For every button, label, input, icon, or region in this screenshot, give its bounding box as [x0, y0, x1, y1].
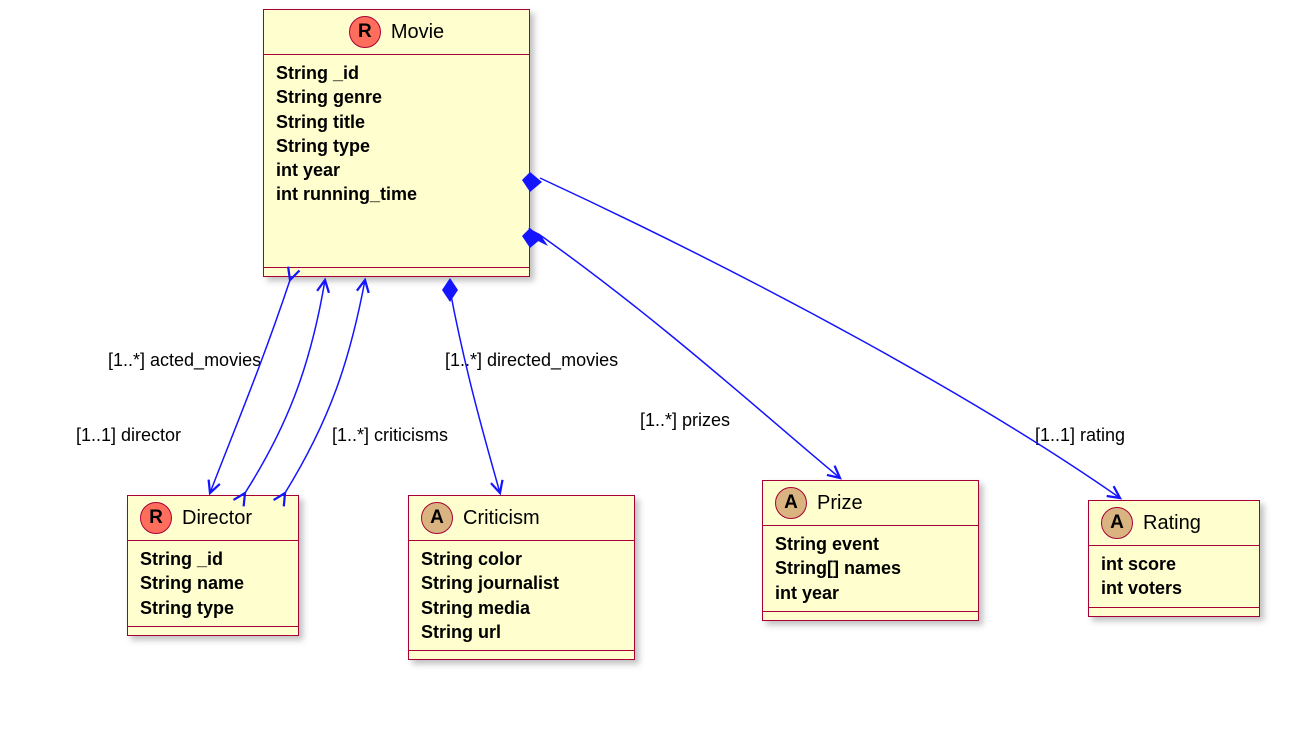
edge-label-directed-movies: [1..*] directed_movies — [445, 350, 618, 371]
attr: String type — [276, 134, 517, 158]
edge-label-acted-movies: [1..*] acted_movies — [108, 350, 261, 371]
edge-label-criticisms: [1..*] criticisms — [332, 425, 448, 446]
attr: String journalist — [421, 571, 622, 595]
class-criticism-attrs: String color String journalist String me… — [409, 541, 634, 651]
attr: String title — [276, 110, 517, 134]
class-movie-attrs: String _id String genre String title Str… — [264, 55, 529, 268]
class-director-attrs: String _id String name String type — [128, 541, 298, 627]
class-rating-header: A Rating — [1089, 501, 1259, 546]
edge-criticisms — [450, 290, 500, 493]
class-movie: R Movie String _id String genre String t… — [263, 9, 530, 277]
class-rating-name: Rating — [1143, 512, 1201, 535]
attr: int voters — [1101, 576, 1247, 600]
class-prize-ops — [763, 612, 978, 620]
class-criticism-name: Criticism — [463, 507, 540, 530]
attr: int running_time — [276, 182, 517, 206]
attr: String name — [140, 571, 286, 595]
diamond-icon — [442, 278, 458, 302]
class-rating-ops — [1089, 608, 1259, 616]
attr: String event — [775, 532, 966, 556]
attr: String color — [421, 547, 622, 571]
class-movie-header: R Movie — [264, 10, 529, 55]
class-prize-name: Prize — [817, 492, 863, 515]
attr: String type — [140, 596, 286, 620]
diamond-icon — [528, 228, 548, 246]
stereotype-A-icon: A — [1101, 507, 1133, 539]
class-rating: A Rating int score int voters — [1088, 500, 1260, 617]
class-criticism-ops — [409, 651, 634, 659]
attr: String url — [421, 620, 622, 644]
attr: String genre — [276, 85, 517, 109]
class-director-name: Director — [182, 507, 252, 530]
attr: String[] names — [775, 556, 966, 580]
attr: int score — [1101, 552, 1247, 576]
attr: String media — [421, 596, 622, 620]
class-rating-attrs: int score int voters — [1089, 546, 1259, 608]
attr: String _id — [140, 547, 286, 571]
attr: String _id — [276, 61, 517, 85]
class-prize-attrs: String event String[] names int year — [763, 526, 978, 612]
attr: int year — [775, 581, 966, 605]
stereotype-R-icon: R — [140, 502, 172, 534]
stereotype-R-icon: R — [349, 16, 381, 48]
edge-acted-movies — [245, 280, 325, 493]
class-prize-header: A Prize — [763, 481, 978, 526]
class-criticism: A Criticism String color String journali… — [408, 495, 635, 660]
class-movie-name: Movie — [391, 21, 444, 44]
class-movie-ops — [264, 268, 529, 276]
stereotype-A-icon: A — [421, 502, 453, 534]
attr: int year — [276, 158, 517, 182]
edge-label-prizes: [1..*] prizes — [640, 410, 730, 431]
edge-label-director: [1..1] director — [76, 425, 181, 446]
edge-label-rating: [1..1] rating — [1035, 425, 1125, 446]
class-criticism-header: A Criticism — [409, 496, 634, 541]
class-director-ops — [128, 627, 298, 635]
class-director-header: R Director — [128, 496, 298, 541]
edge-directed-movies — [285, 280, 365, 493]
edge-director — [210, 280, 290, 493]
class-prize: A Prize String event String[] names int … — [762, 480, 979, 621]
edge-rating — [540, 178, 1120, 498]
class-director: R Director String _id String name String… — [127, 495, 299, 636]
stereotype-A-icon: A — [775, 487, 807, 519]
